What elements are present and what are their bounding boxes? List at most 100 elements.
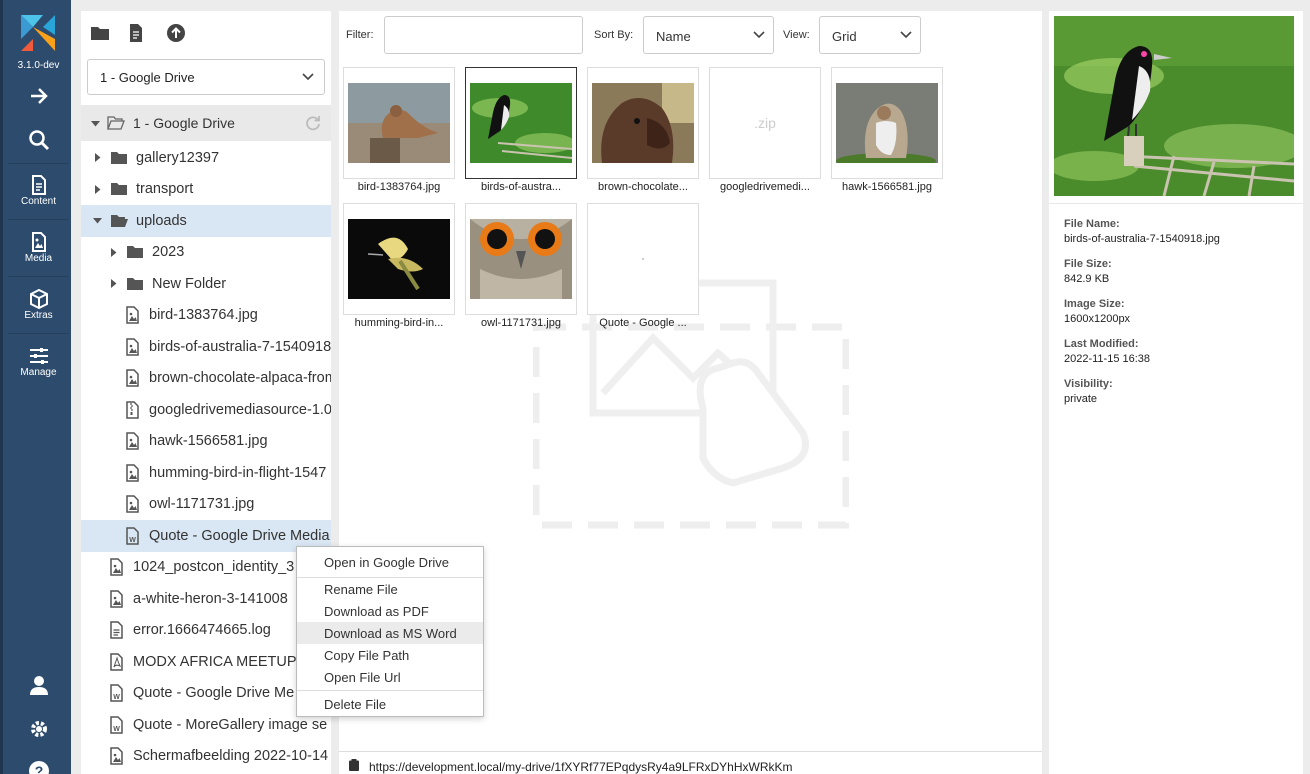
status-bar: https://development.local/my-drive/1fXYR… <box>339 751 1042 774</box>
tree-row[interactable]: 2023 <box>81 237 331 269</box>
tree-root-row[interactable]: 1 - Google Drive <box>81 105 331 141</box>
file-thumbnail[interactable] <box>465 203 577 315</box>
file-thumbnail[interactable] <box>465 67 577 179</box>
tree-row[interactable]: owl-1171731.jpg <box>81 489 331 521</box>
nav-content-button[interactable]: Content <box>3 174 74 207</box>
filter-input[interactable] <box>384 16 583 54</box>
meta-value: private <box>1064 393 1098 405</box>
word-file-icon: W <box>110 684 123 702</box>
tree-row[interactable]: Schermafbeelding 2022-10-14 <box>81 741 331 773</box>
caret-right-icon[interactable] <box>109 279 118 289</box>
doc-placeholder-dot <box>642 258 644 260</box>
tree-row[interactable]: W Quote - Google Drive Me <box>81 678 331 710</box>
image-file-icon <box>126 464 139 482</box>
nav-settings-button[interactable] <box>3 718 74 740</box>
search-icon <box>28 130 49 150</box>
upload-icon[interactable] <box>166 23 186 43</box>
caret-right-icon[interactable] <box>109 247 118 257</box>
new-folder-icon[interactable] <box>90 23 110 43</box>
caret-down-icon[interactable] <box>93 216 102 225</box>
tree-row[interactable]: MODX AFRICA MEETUP- <box>81 646 331 678</box>
tree-row-label: a-white-heron-3-141008 <box>133 590 288 607</box>
file-thumbnail[interactable] <box>587 203 699 315</box>
tree-row[interactable]: hawk-1566581.jpg <box>81 426 331 458</box>
file-tile[interactable]: brown-chocolate... <box>587 67 699 193</box>
file-tile[interactable]: hawk-1566581.jpg <box>831 67 943 193</box>
menu-download-word[interactable]: Download as MS Word <box>297 622 483 644</box>
tree-row[interactable]: humming-bird-in-flight-1547 <box>81 457 331 489</box>
menu-copy-file-path[interactable]: Copy File Path <box>297 644 483 666</box>
file-thumbnail[interactable] <box>831 67 943 179</box>
tree-row[interactable]: birds-of-australia-7-1540918.jpg <box>81 331 331 363</box>
tree-row-label: Schermafbeelding 2022-10-14 <box>133 748 329 765</box>
tree-row[interactable]: New Folder <box>81 268 331 300</box>
tree-root-label: 1 - Google Drive <box>133 115 235 131</box>
view-select[interactable]: Grid <box>819 16 921 54</box>
tree-row[interactable]: uploads <box>81 205 331 237</box>
sort-label: Sort By: <box>594 29 634 41</box>
svg-text:W: W <box>113 726 120 733</box>
menu-download-pdf[interactable]: Download as PDF <box>297 600 483 622</box>
image-file-icon <box>110 590 123 608</box>
menu-open-in-google-drive[interactable]: Open in Google Drive <box>297 551 483 573</box>
file-caption: brown-chocolate... <box>598 181 688 193</box>
nav-help-button[interactable]: ? <box>3 760 74 774</box>
nav-extras-button[interactable]: Extras <box>3 288 74 321</box>
tree-row[interactable]: W Quote - MoreGallery image se <box>81 709 331 741</box>
file-tile[interactable]: birds-of-austra... <box>465 67 577 193</box>
nav-arrow-button[interactable] <box>3 85 74 107</box>
file-tree-panel: 1 - Google Drive 1 - Google Drive galler… <box>81 11 331 774</box>
nav-user-button[interactable] <box>3 674 74 696</box>
refresh-icon[interactable] <box>305 115 321 131</box>
tree-row[interactable]: brown-chocolate-alpaca-from <box>81 363 331 395</box>
file-tile[interactable]: Quote - Google ... <box>587 203 699 329</box>
help-icon: ? <box>28 761 49 774</box>
image-file-icon <box>110 747 123 765</box>
file-caption: birds-of-austra... <box>480 181 562 193</box>
modx-logo[interactable] <box>19 13 57 53</box>
tree-row[interactable]: gallery12397 <box>81 142 331 174</box>
image-file-icon <box>126 369 139 387</box>
file-caption: owl-1171731.jpg <box>481 317 561 329</box>
tree-row[interactable]: bird-1383764.jpg <box>81 300 331 332</box>
file-caption: Quote - Google ... <box>599 317 687 329</box>
folder-icon <box>127 246 143 259</box>
file-tile[interactable]: bird-1383764.jpg <box>343 67 455 193</box>
tree-row[interactable]: transport <box>81 174 331 206</box>
menu-delete-file[interactable]: Delete File <box>297 693 483 715</box>
tree-row[interactable]: error.1666474665.log <box>81 615 331 647</box>
nav-media-button[interactable]: Media <box>3 231 74 264</box>
tree-row[interactable]: W Quote - Google Drive Media <box>81 520 331 552</box>
main-nav-rail: 3.1.0-dev Content Media Extras Manage ? <box>0 0 71 774</box>
sort-select[interactable]: Name <box>643 16 774 54</box>
context-menu: Open in Google Drive Rename File Downloa… <box>296 546 484 717</box>
tree-row[interactable]: googledrivemediasource-1.0 <box>81 394 331 426</box>
nav-search-button[interactable] <box>3 129 74 151</box>
media-source-select[interactable]: 1 - Google Drive <box>87 59 325 95</box>
file-url[interactable]: https://development.local/my-drive/1fXYR… <box>369 760 793 774</box>
hawk-image <box>836 83 938 163</box>
file-thumbnail[interactable] <box>587 67 699 179</box>
file-thumbnail[interactable]: .zip <box>709 67 821 179</box>
caret-down-icon[interactable] <box>91 119 100 128</box>
clipboard-icon[interactable] <box>349 759 359 771</box>
tree-row[interactable]: 1024_postcon_identity_3 <box>81 552 331 584</box>
new-file-icon[interactable] <box>126 23 146 43</box>
caret-right-icon[interactable] <box>93 184 102 194</box>
nav-manage-button[interactable]: Manage <box>3 345 74 378</box>
meta-file-size: File Size: 842.9 KB <box>1064 258 1112 285</box>
tree-row-label: 2023 <box>152 244 185 261</box>
tree-row[interactable]: a-white-heron-3-141008 <box>81 583 331 615</box>
file-thumbnail[interactable] <box>343 67 455 179</box>
menu-open-file-url[interactable]: Open File Url <box>297 666 483 688</box>
folder-open-icon <box>107 116 125 130</box>
image-file-icon <box>126 306 139 324</box>
file-tile[interactable]: .zip googledrivemedi... <box>709 67 821 193</box>
nav-divider <box>8 163 69 164</box>
caret-right-icon[interactable] <box>93 153 102 163</box>
svg-text:?: ? <box>34 763 43 774</box>
file-tile[interactable]: humming-bird-in... <box>343 203 455 329</box>
file-thumbnail[interactable] <box>343 203 455 315</box>
menu-rename-file[interactable]: Rename File <box>297 578 483 600</box>
file-tile[interactable]: owl-1171731.jpg <box>465 203 577 329</box>
